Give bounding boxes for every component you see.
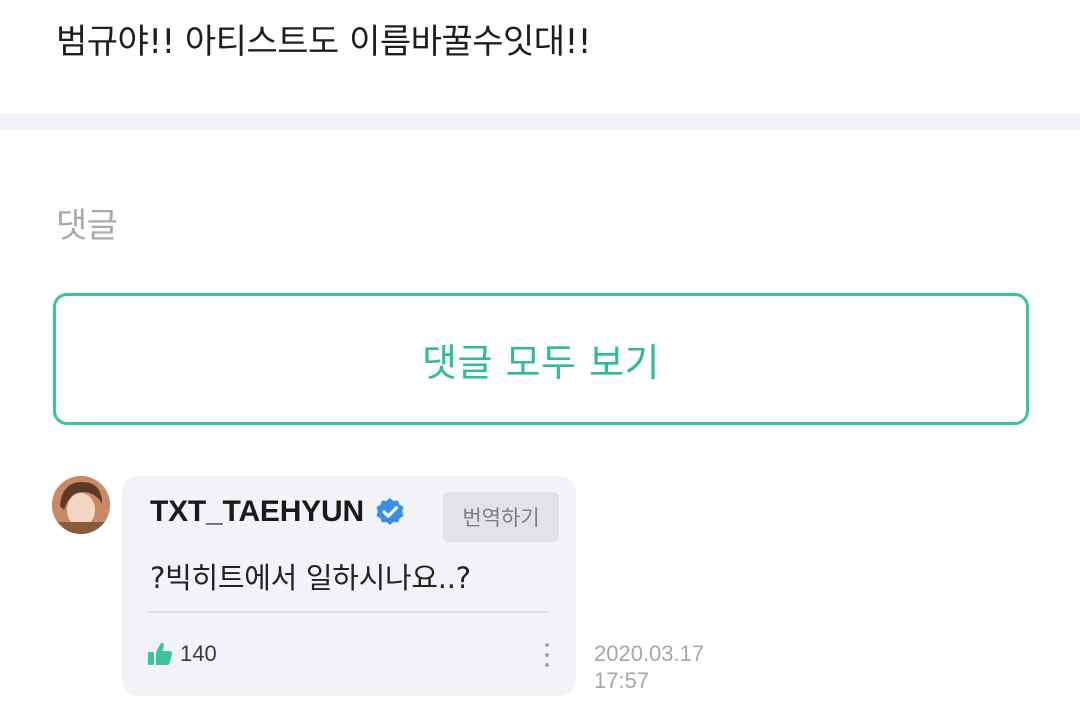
comment-text: ?빅히트에서 일하시나요..?: [150, 561, 471, 595]
comment-date: 2020.03.17: [594, 641, 705, 666]
comment-author-name: TXT_TAEHYUN: [150, 495, 364, 528]
comment-divider: [148, 611, 548, 613]
comment-time: 17:57: [594, 668, 650, 693]
translate-button-label: 번역하기: [462, 506, 540, 530]
avatar-image: [52, 476, 110, 534]
vertical-ellipsis-icon[interactable]: [538, 640, 556, 670]
comment-timestamp: 2020.03.17 17:57: [594, 640, 704, 694]
verified-check-icon: [376, 498, 404, 525]
translate-button[interactable]: 번역하기: [443, 492, 559, 542]
like-button[interactable]: 140: [146, 640, 217, 668]
view-all-comments-label: 댓글 모두 보기: [422, 340, 660, 385]
view-all-comments-button[interactable]: 댓글 모두 보기: [53, 293, 1029, 425]
comments-heading: 댓글: [56, 206, 118, 246]
post-text: 범규야!! 아티스트도 이름바꿀수잇대!!: [56, 22, 591, 62]
comment-author[interactable]: TXT_TAEHYUN: [150, 495, 406, 529]
like-count: 140: [180, 641, 217, 666]
section-divider: [0, 114, 1080, 130]
avatar[interactable]: [52, 476, 110, 534]
thumbs-up-icon: [148, 642, 173, 665]
